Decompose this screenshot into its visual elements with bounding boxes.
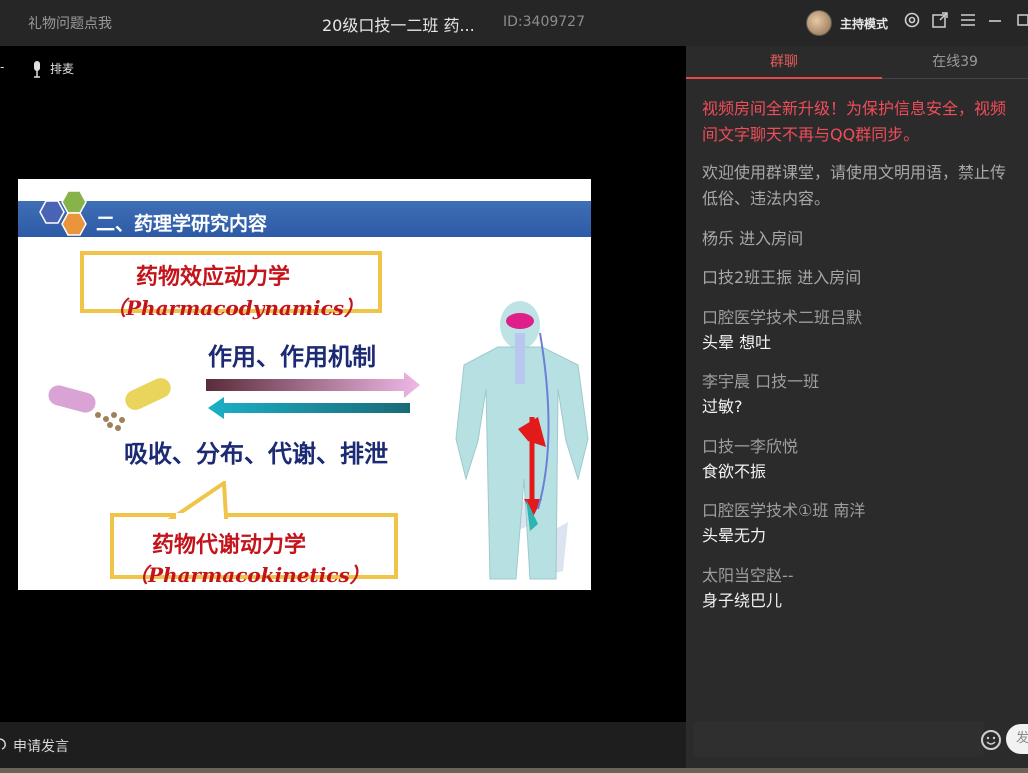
app-window: 礼物问题点我 20级口技一二班 药... ID:3409727 主持模式 - 排… bbox=[0, 0, 1028, 773]
pharmacokinetics-zh: 药物代谢动力学 bbox=[152, 533, 307, 558]
tab-group-chat[interactable]: 群聊 bbox=[686, 46, 882, 79]
message-text: 食欲不振 bbox=[702, 462, 767, 481]
system-notice: 视频房间全新升级！为保护信息安全，视频 间文字聊天不再与QQ群同步。 bbox=[702, 96, 1028, 148]
video-toolbar: - 排麦 bbox=[0, 46, 686, 90]
host-avatar[interactable] bbox=[806, 10, 832, 36]
chat-input[interactable] bbox=[694, 721, 984, 757]
callout-pointer bbox=[168, 481, 229, 519]
bottom-bar: 申请发言 bbox=[0, 722, 686, 768]
hand-raise-icon[interactable] bbox=[0, 737, 10, 751]
pill-capsules-icon bbox=[48, 378, 171, 431]
room-title: 20级口技一二班 药... bbox=[322, 16, 475, 35]
human-body-icon bbox=[455, 301, 589, 580]
chat-panel: 群聊 在线39 视频房间全新升级！为保护信息安全，视频 间文字聊天不再与QQ群同… bbox=[686, 46, 1028, 768]
menu-icon[interactable] bbox=[957, 11, 979, 33]
message-text: 头晕 想吐 bbox=[702, 333, 772, 352]
presentation-slide: 二、药理学研究内容 药物效应动力学 （Pharmacodynamics） 作用、… bbox=[18, 179, 591, 590]
pharmacokinetics-en: （Pharmacokinetics） bbox=[128, 563, 370, 587]
join-notice: 杨乐 进入房间 bbox=[702, 229, 804, 248]
join-notice: 口技2班王振 进入房间 bbox=[702, 268, 862, 287]
message-sender[interactable]: 口腔医学技术二班吕默 bbox=[702, 304, 862, 328]
welcome-line: 欢迎使用群课堂，请使用文明用语，禁止传 bbox=[702, 163, 1007, 182]
queue-mic-button[interactable]: 排麦 bbox=[50, 60, 74, 77]
message-text: 过敏? bbox=[702, 397, 743, 416]
title-bar: 礼物问题点我 20级口技一二班 药... ID:3409727 主持模式 bbox=[0, 0, 1028, 46]
notice-line: 视频房间全新升级！为保护信息安全，视频 bbox=[702, 99, 1007, 118]
minimize-icon[interactable] bbox=[984, 11, 1006, 33]
message-sender[interactable]: 口腔医学技术①班 南洋 bbox=[702, 497, 865, 521]
message-sender[interactable]: 李宇晨 口技一班 bbox=[702, 368, 819, 392]
message-text: 身子绕巴儿 bbox=[702, 591, 783, 610]
maximize-icon[interactable] bbox=[1010, 11, 1028, 33]
host-mode-label[interactable]: 主持模式 bbox=[840, 15, 888, 32]
gift-help-link[interactable]: 礼物问题点我 bbox=[28, 13, 112, 33]
tab-divider bbox=[882, 78, 1028, 79]
welcome-line: 低俗、违法内容。 bbox=[702, 189, 831, 208]
message-text: 头晕无力 bbox=[702, 526, 767, 545]
notice-line: 间文字聊天不再与QQ群同步。 bbox=[702, 125, 920, 144]
adme-text: 吸收、分布、代谢、排泄 bbox=[124, 440, 388, 468]
send-button[interactable]: 发 bbox=[1006, 724, 1028, 754]
tab-active-indicator bbox=[686, 77, 882, 79]
mic-icon[interactable] bbox=[30, 60, 44, 78]
bottom-strip bbox=[0, 768, 1028, 773]
settings-icon[interactable] bbox=[901, 11, 923, 33]
message-sender[interactable]: 太阳当空赵-- bbox=[702, 562, 794, 586]
room-id: ID:3409727 bbox=[503, 14, 585, 30]
popout-icon[interactable] bbox=[929, 11, 951, 33]
apply-speak-button[interactable]: 申请发言 bbox=[13, 736, 69, 756]
toolbar-dash: - bbox=[0, 60, 5, 74]
message-sender[interactable]: 口技一李欣悦 bbox=[702, 433, 798, 457]
tab-online[interactable]: 在线39 bbox=[882, 46, 1028, 79]
emoji-icon[interactable] bbox=[981, 730, 1001, 750]
